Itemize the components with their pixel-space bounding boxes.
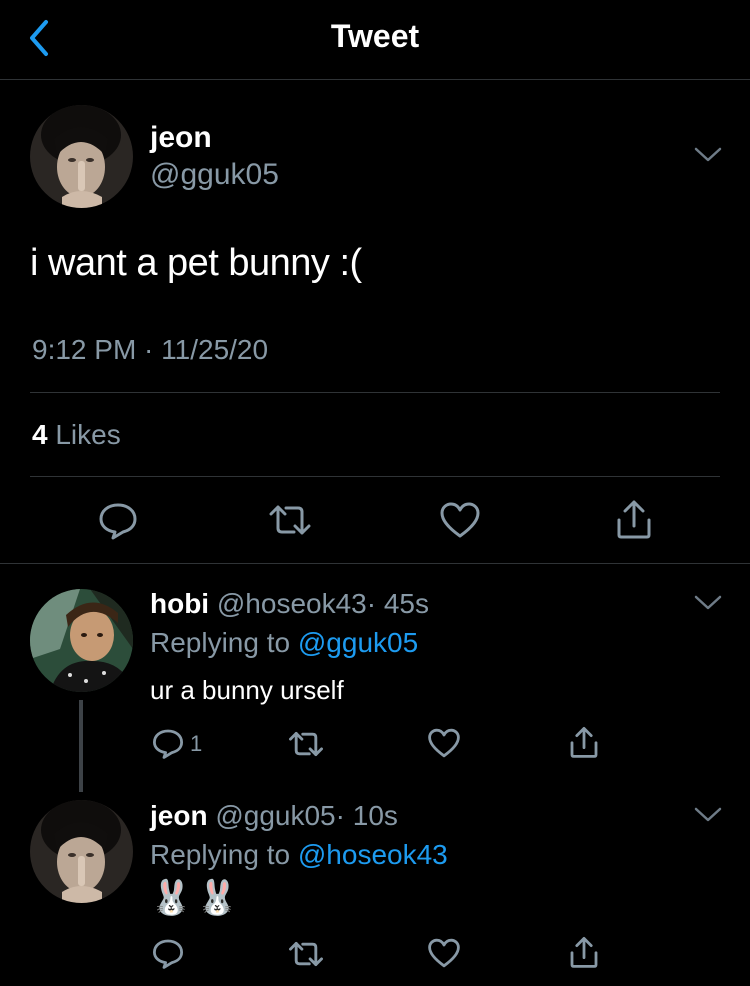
- reply-icon[interactable]: [98, 500, 138, 545]
- replying-prefix: Replying to: [150, 627, 291, 658]
- author-name[interactable]: hobi: [150, 588, 209, 619]
- divider: [30, 392, 720, 393]
- likes-label: Likes: [55, 419, 121, 450]
- replying-to: Replying to @hoseok43: [150, 839, 448, 871]
- tweet-timestamp: 9:12 PM · 11/25/20: [32, 334, 269, 365]
- chevron-down-icon[interactable]: [694, 595, 722, 611]
- replying-to: Replying to @gguk05: [150, 627, 418, 659]
- author-handle[interactable]: @gguk05: [215, 800, 335, 831]
- share-icon[interactable]: [614, 498, 654, 545]
- reply-count: 1: [190, 731, 203, 756]
- avatar[interactable]: [30, 800, 133, 903]
- replying-prefix: Replying to: [150, 839, 291, 870]
- likes-number: 4: [32, 419, 48, 450]
- reply-time: · 45s: [366, 588, 429, 619]
- like-icon[interactable]: [428, 938, 460, 973]
- reply-icon[interactable]: [152, 937, 184, 974]
- share-icon[interactable]: [568, 725, 600, 764]
- top-nav-bar: Tweet: [0, 0, 750, 80]
- reply-time: · 10s: [335, 800, 398, 831]
- reply-header: hobi @hoseok43· 45s: [150, 588, 429, 620]
- page-title: Tweet: [330, 18, 420, 54]
- avatar[interactable]: [30, 105, 133, 208]
- tweet-text: i want a pet bunny :(: [30, 242, 362, 284]
- retweet-icon[interactable]: [288, 939, 324, 974]
- like-icon[interactable]: [440, 502, 480, 543]
- thread-connector: [79, 700, 83, 792]
- reply-header: jeon @gguk05· 10s: [150, 800, 398, 832]
- retweet-icon[interactable]: [268, 502, 312, 543]
- retweet-icon[interactable]: [288, 729, 324, 764]
- mention-link[interactable]: @gguk05: [298, 627, 418, 658]
- mention-link[interactable]: @hoseok43: [298, 839, 448, 870]
- author-handle[interactable]: @gguk05: [150, 158, 279, 192]
- chevron-down-icon[interactable]: [694, 807, 722, 823]
- avatar[interactable]: [30, 589, 133, 692]
- share-icon[interactable]: [568, 935, 600, 974]
- divider: [30, 476, 720, 477]
- main-tweet: jeon @gguk05 i want a pet bunny :( 9:12 …: [0, 80, 750, 564]
- like-icon[interactable]: [428, 728, 460, 763]
- reply-text: 🐰🐰: [150, 879, 243, 917]
- author-name[interactable]: jeon: [150, 800, 208, 831]
- chevron-down-icon[interactable]: [694, 147, 722, 163]
- author-name[interactable]: jeon: [150, 121, 212, 155]
- reply-text: ur a bunny urself: [150, 675, 344, 705]
- reply-icon[interactable]: [152, 727, 184, 764]
- author-handle[interactable]: @hoseok43: [217, 588, 367, 619]
- likes-count[interactable]: 4 Likes: [32, 419, 121, 451]
